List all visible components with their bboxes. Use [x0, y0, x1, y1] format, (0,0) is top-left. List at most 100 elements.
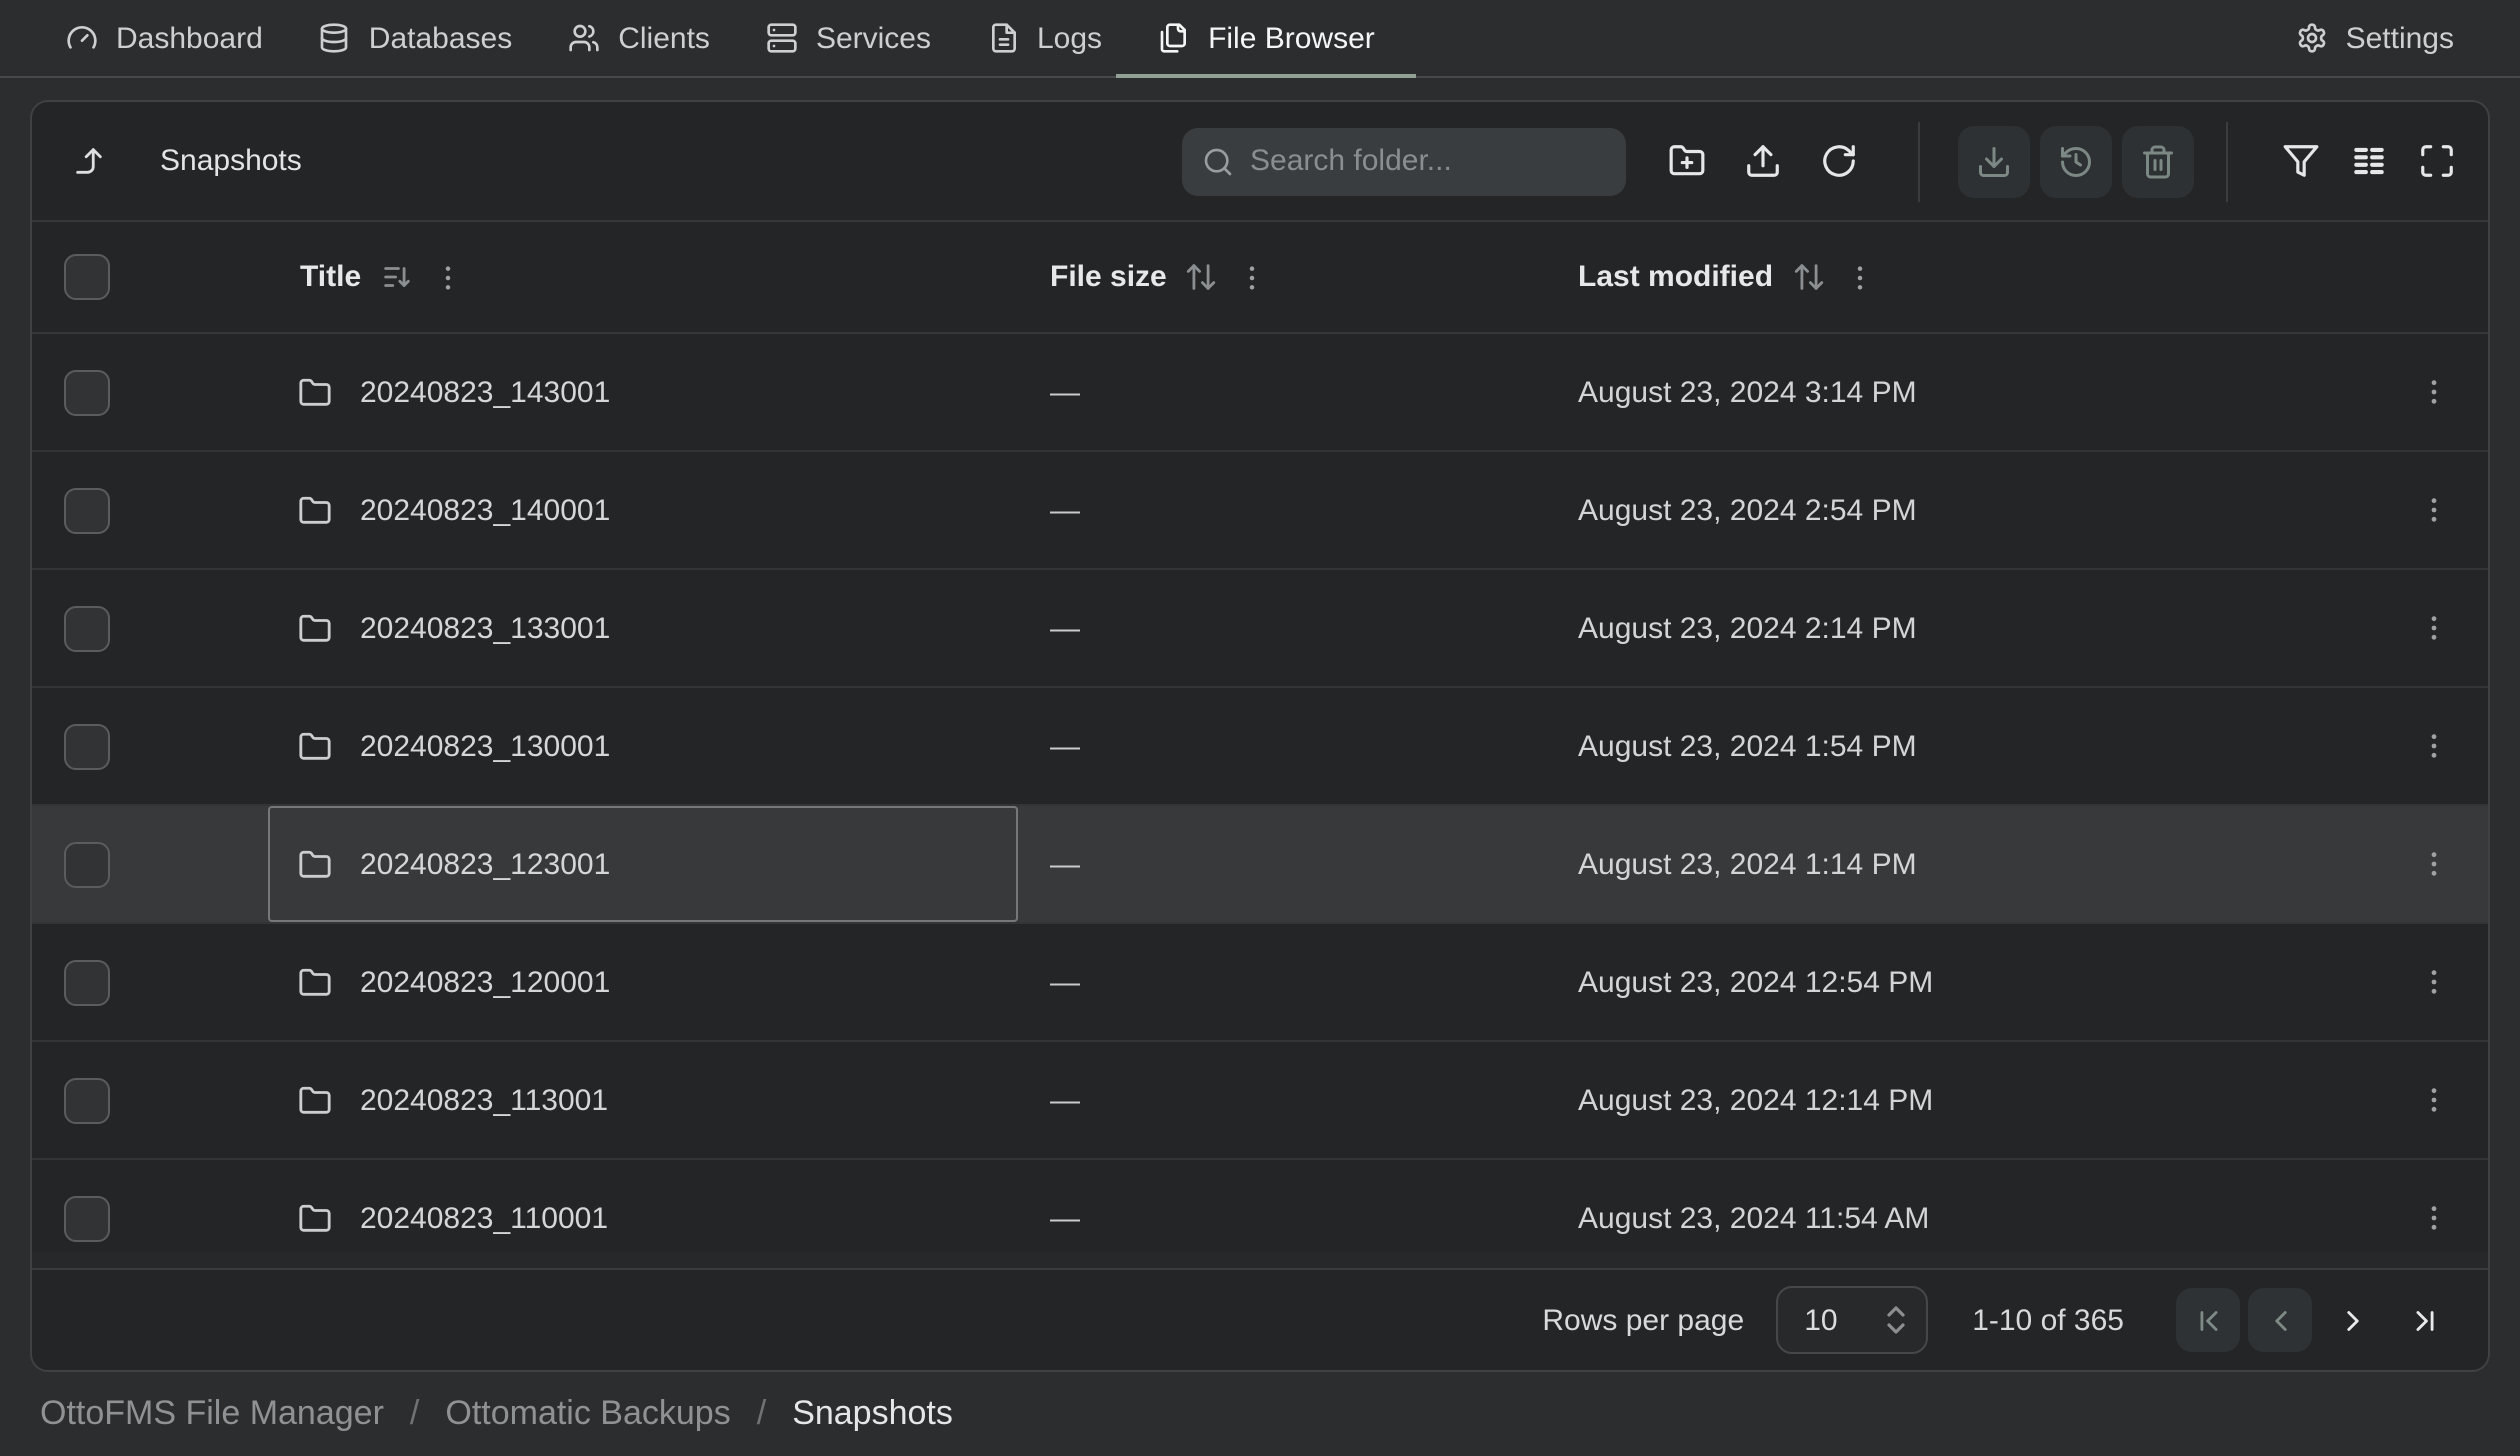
pagination-bar: Rows per page 10 1-10 of 365	[32, 1270, 2488, 1370]
rows-per-page-select[interactable]: 10	[1776, 1286, 1928, 1354]
sort-up-down-icon[interactable]	[1791, 260, 1825, 294]
column-menu-icon[interactable]	[1237, 261, 1269, 293]
sort-descending-icon[interactable]	[379, 260, 413, 294]
column-density-button[interactable]	[2344, 137, 2392, 185]
table-row[interactable]: 20240823_120001 — August 23, 2024 12:54 …	[32, 924, 2488, 1042]
last-modified-value: August 23, 2024 12:14 PM	[1546, 1042, 2378, 1158]
more-vertical-icon	[2417, 730, 2449, 762]
row-checkbox[interactable]	[64, 959, 110, 1005]
users-icon	[568, 22, 600, 54]
row-menu-button[interactable]	[2409, 722, 2457, 770]
title-cell[interactable]: 20240823_113001	[268, 1042, 1018, 1158]
row-checkbox[interactable]	[64, 1077, 110, 1123]
folder-name: 20240823_113001	[360, 1083, 608, 1117]
folder-name: 20240823_143001	[360, 375, 610, 409]
chevron-right-icon	[2335, 1303, 2369, 1337]
column-menu-icon[interactable]	[1843, 261, 1875, 293]
gear-icon	[2296, 22, 2328, 54]
up-directory-button[interactable]	[64, 137, 112, 185]
nav-item-dashboard[interactable]: Dashboard	[38, 0, 291, 76]
column-header-title: Title	[300, 260, 361, 294]
sort-up-down-icon[interactable]	[1185, 260, 1219, 294]
file-browser-panel: Snapshots	[30, 100, 2490, 1372]
nav-item-databases[interactable]: Databases	[291, 0, 540, 76]
refresh-button[interactable]	[1814, 137, 1862, 185]
last-modified-value: August 23, 2024 3:14 PM	[1546, 334, 2378, 450]
fullscreen-button[interactable]	[2412, 137, 2460, 185]
breadcrumb-parent[interactable]: Ottomatic Backups	[445, 1393, 730, 1433]
row-menu-button[interactable]	[2409, 840, 2457, 888]
title-cell[interactable]: 20240823_143001	[268, 334, 1018, 450]
breadcrumb-root[interactable]: OttoFMS File Manager	[40, 1393, 384, 1433]
last-modified-value: August 23, 2024 12:54 PM	[1546, 924, 2378, 1040]
search-input[interactable]	[1250, 144, 1606, 178]
table-row[interactable]: 20240823_140001 — August 23, 2024 2:54 P…	[32, 452, 2488, 570]
breadcrumb-separator: /	[410, 1393, 419, 1433]
nav-item-services[interactable]: Services	[738, 0, 959, 76]
table-row[interactable]: 20240823_130001 — August 23, 2024 1:54 P…	[32, 688, 2488, 806]
row-checkbox[interactable]	[64, 723, 110, 769]
new-folder-button[interactable]	[1662, 137, 1710, 185]
download-button[interactable]	[1958, 125, 2030, 197]
next-page-button[interactable]	[2320, 1288, 2384, 1352]
title-cell[interactable]: 20240823_130001	[268, 688, 1018, 804]
nav-label: Dashboard	[116, 21, 263, 55]
previous-page-button[interactable]	[2248, 1288, 2312, 1352]
folder-icon	[298, 493, 332, 527]
row-checkbox[interactable]	[64, 487, 110, 533]
rows-per-page-value: 10	[1804, 1303, 1884, 1337]
row-menu-button[interactable]	[2409, 1076, 2457, 1124]
nav-item-logs[interactable]: Logs	[959, 0, 1130, 76]
last-page-button[interactable]	[2392, 1288, 2456, 1352]
row-checkbox[interactable]	[64, 369, 110, 415]
last-modified-value: August 23, 2024 2:14 PM	[1546, 570, 2378, 686]
table-row[interactable]: 20240823_113001 — August 23, 2024 12:14 …	[32, 1042, 2488, 1160]
more-vertical-icon	[2417, 1202, 2449, 1234]
folder-icon	[298, 1083, 332, 1117]
title-cell[interactable]: 20240823_120001	[268, 924, 1018, 1040]
row-menu-button[interactable]	[2409, 368, 2457, 416]
title-cell-focused[interactable]: 20240823_123001	[268, 806, 1018, 922]
restore-button[interactable]	[2040, 125, 2112, 197]
upload-button[interactable]	[1738, 137, 1786, 185]
row-checkbox[interactable]	[64, 841, 110, 887]
title-cell[interactable]: 20240823_140001	[268, 452, 1018, 568]
filter-button[interactable]	[2276, 137, 2324, 185]
table-row[interactable]: 20240823_110001 — August 23, 2024 11:54 …	[32, 1160, 2488, 1252]
table-row[interactable]: 20240823_143001 — August 23, 2024 3:14 P…	[32, 334, 2488, 452]
title-cell[interactable]: 20240823_133001	[268, 570, 1018, 686]
rows-columns-icon	[2349, 142, 2387, 180]
file-size-value: —	[1018, 452, 1546, 568]
row-menu-button[interactable]	[2409, 486, 2457, 534]
more-vertical-icon	[2417, 966, 2449, 998]
row-menu-button[interactable]	[2409, 958, 2457, 1006]
gauge-icon	[66, 22, 98, 54]
table-row-highlighted[interactable]: 20240823_123001 — August 23, 2024 1:14 P…	[32, 806, 2488, 924]
nav-label: File Browser	[1208, 21, 1375, 55]
more-vertical-icon	[2417, 612, 2449, 644]
database-icon	[319, 22, 351, 54]
nav-item-file-browser[interactable]: File Browser	[1130, 0, 1403, 76]
column-header-file-size: File size	[1050, 260, 1167, 294]
horizontal-scrollbar-gutter[interactable]	[32, 1252, 2488, 1270]
upload-icon	[1743, 142, 1781, 180]
row-menu-button[interactable]	[2409, 604, 2457, 652]
search-icon	[1202, 145, 1234, 177]
nav-item-clients[interactable]: Clients	[540, 0, 738, 76]
column-menu-icon[interactable]	[431, 261, 463, 293]
toolbar-separator	[1918, 121, 1920, 201]
title-cell[interactable]: 20240823_110001	[268, 1160, 1018, 1252]
first-page-button[interactable]	[2176, 1288, 2240, 1352]
file-size-value: —	[1018, 924, 1546, 1040]
more-vertical-icon	[2417, 848, 2449, 880]
nav-item-settings[interactable]: Settings	[2268, 0, 2482, 76]
row-menu-button[interactable]	[2409, 1194, 2457, 1242]
delete-button[interactable]	[2122, 125, 2194, 197]
select-all-checkbox[interactable]	[64, 254, 110, 300]
table-row[interactable]: 20240823_133001 — August 23, 2024 2:14 P…	[32, 570, 2488, 688]
table-header: Title File size Last modified	[32, 222, 2488, 334]
row-checkbox[interactable]	[64, 1195, 110, 1241]
folder-title: Snapshots	[160, 144, 302, 178]
row-checkbox[interactable]	[64, 605, 110, 651]
breadcrumb: OttoFMS File Manager / Ottomatic Backups…	[0, 1372, 2520, 1454]
